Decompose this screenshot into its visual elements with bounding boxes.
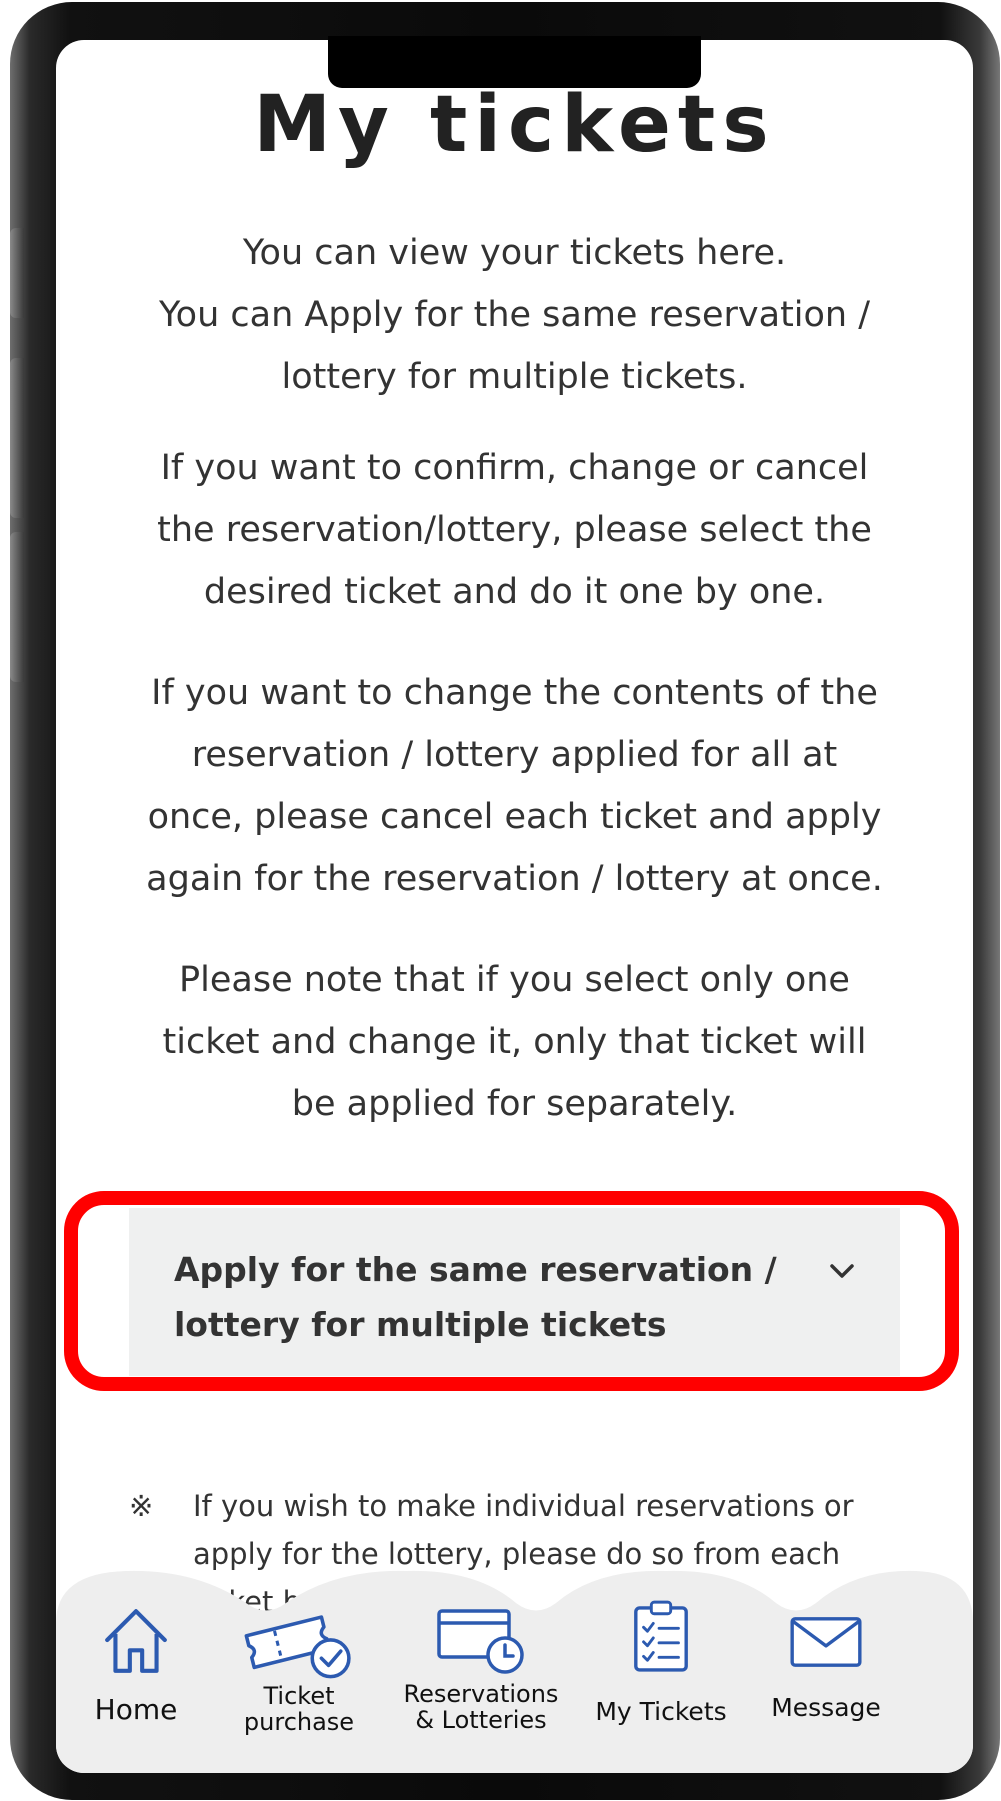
- nav-message-label: Message: [771, 1693, 881, 1722]
- highlight-box: [64, 1191, 959, 1391]
- side-button: [10, 358, 24, 518]
- note-mark: ※: [129, 1489, 154, 1523]
- home-icon: [105, 1609, 167, 1673]
- separate-note-paragraph: Please note that if you select only one …: [162, 960, 867, 1124]
- nav-my-tickets[interactable]: My Tickets: [586, 1573, 736, 1773]
- page-title: My tickets: [253, 80, 776, 170]
- screen: My tickets You can view your tickets her…: [56, 40, 973, 1773]
- envelope-icon: [790, 1617, 862, 1667]
- nav-ticket-purchase[interactable]: Ticket purchase: [224, 1573, 374, 1773]
- nav-ticket-purchase-label: Ticket purchase: [243, 1682, 355, 1736]
- nav-home[interactable]: Home: [76, 1573, 196, 1773]
- side-button: [10, 228, 24, 318]
- nav-reservations-lotteries[interactable]: Reservations & Lotteries: [396, 1573, 566, 1773]
- nav-home-label: Home: [94, 1693, 178, 1726]
- calendar-clock-icon: [437, 1609, 524, 1674]
- nav-reservations-lotteries-label: Reservations & Lotteries: [403, 1680, 559, 1734]
- change-all-paragraph: If you want to change the contents of th…: [146, 673, 883, 899]
- side-button: [10, 532, 24, 682]
- nav-message[interactable]: Message: [751, 1573, 901, 1773]
- nav-my-tickets-label: My Tickets: [595, 1697, 727, 1726]
- phone-frame: My tickets You can view your tickets her…: [10, 2, 1000, 1800]
- notch: [328, 36, 701, 88]
- ticket-icon: [244, 1615, 351, 1679]
- intro-paragraph: You can view your tickets here. You can …: [158, 233, 871, 397]
- confirm-change-paragraph: If you want to confirm, change or cancel…: [157, 448, 872, 612]
- clipboard-checklist-icon: [634, 1600, 688, 1672]
